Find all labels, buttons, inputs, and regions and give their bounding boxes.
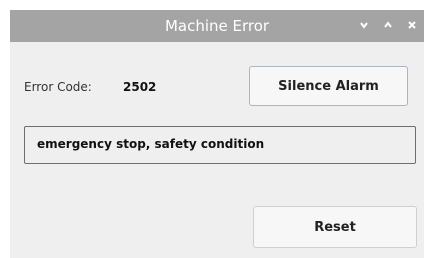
silence-alarm-button[interactable]: Silence Alarm	[249, 66, 408, 106]
window-controls	[356, 17, 420, 33]
error-code-value: 2502	[123, 80, 157, 94]
reset-button[interactable]: Reset	[253, 206, 417, 248]
maximize-icon[interactable]	[380, 17, 396, 33]
error-message-box: emergency stop, safety condition	[24, 126, 416, 164]
close-icon[interactable]	[404, 17, 420, 33]
machine-error-window: Machine Error Error Code: 2502 Silence A…	[10, 10, 424, 258]
error-message-text: emergency stop, safety condition	[37, 137, 265, 151]
title-bar[interactable]: Machine Error	[10, 10, 424, 42]
minimize-icon[interactable]	[356, 17, 372, 33]
error-code-label: Error Code:	[24, 80, 92, 94]
